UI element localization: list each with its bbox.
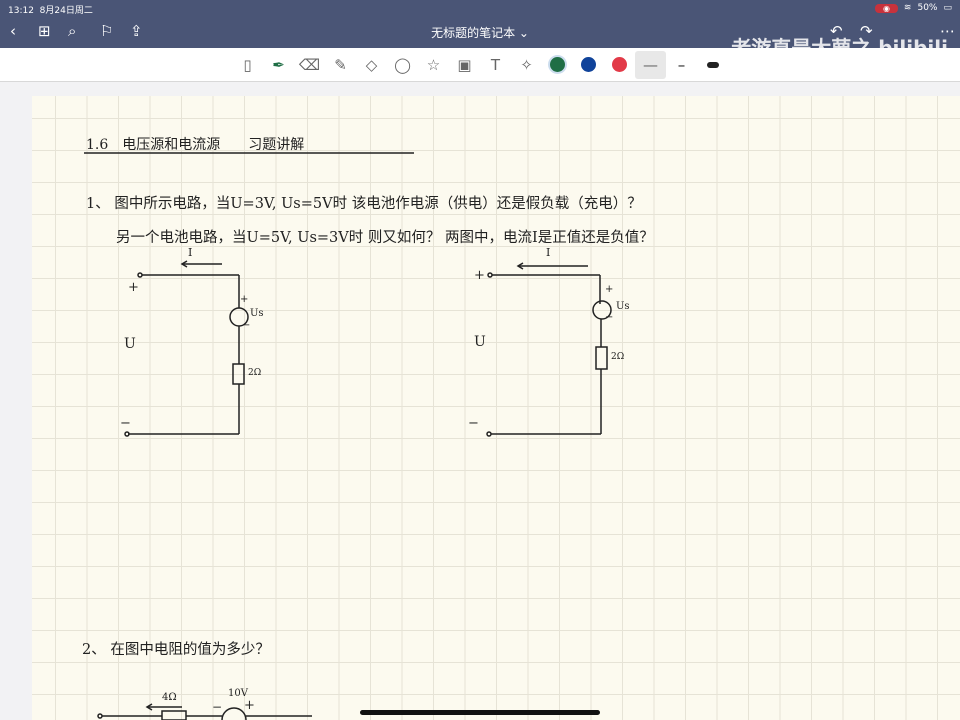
pen-tool-icon[interactable]: ✒ — [263, 51, 294, 79]
c1-us-plus: + — [240, 294, 249, 305]
stroke-thin[interactable]: — — [635, 50, 666, 79]
battery-icon: ▭ — [943, 3, 952, 13]
note-page[interactable]: 1.6 电压源和电流源 习题讲解 1、 图中所示电路，当U=3V, Us=5V时… — [32, 96, 960, 720]
c2-minus: − — [468, 416, 479, 431]
stroke-medium[interactable]: – — [666, 51, 697, 79]
toolbar: ▯ ✒ ⌫ ✎ ◇ ◯ ☆ ▣ T ✧ — – — [0, 48, 960, 82]
c2-voltage-u: U — [474, 334, 486, 350]
image-icon[interactable]: ▣ — [449, 51, 480, 79]
battery-text: 50% — [917, 3, 938, 13]
stroke-thick[interactable] — [697, 51, 728, 79]
c3-resistor-label: 4Ω — [162, 692, 177, 703]
question-1-line-2: 另一个电池电路，当U=5V, Us=3V时 则又如何？ 两图中，电流I是正值还是… — [116, 230, 654, 246]
c2-current-label: I — [546, 246, 551, 259]
c1-us-minus: − — [242, 320, 251, 331]
voltage-source — [221, 707, 247, 720]
circuit-1 — [124, 260, 249, 437]
home-indicator[interactable] — [360, 710, 600, 715]
color-blue[interactable] — [581, 57, 596, 72]
wifi-icon: ≋ — [903, 3, 912, 13]
c1-resistor: 2Ω — [248, 368, 262, 378]
color-green[interactable] — [550, 57, 565, 72]
c2-us-minus: − — [605, 312, 614, 323]
reader-icon[interactable]: ▯ — [232, 51, 263, 79]
status-bar: 13:12 8月24日周二 ◉ ≋ 50% ▭ — [0, 0, 960, 16]
time: 13:12 — [8, 6, 34, 16]
resistor — [161, 710, 187, 720]
c3-minus: − — [212, 700, 223, 714]
c2-us-plus: + — [605, 284, 614, 295]
c1-voltage-u: U — [124, 336, 136, 352]
circuit-2 — [486, 262, 612, 437]
nav-bar: ‹ ⊞ ⌕ ⚐ ⇪ 无标题的笔记本 ⌄ ↶ ↷ ⋯ 老游直是大萝之 bilibi… — [0, 16, 960, 60]
eraser-icon[interactable]: ⌫ — [294, 51, 325, 79]
lasso-icon[interactable]: ◯ — [387, 51, 418, 79]
c1-us: Us — [250, 308, 264, 319]
color-red[interactable] — [612, 57, 627, 72]
circuit-3 — [97, 703, 312, 720]
question-1-line-1: 1、 图中所示电路，当U=3V, Us=5V时 该电池作电源（供电）还是假负载（… — [86, 196, 642, 212]
note-heading: 1.6 电压源和电流源 习题讲解 — [86, 137, 305, 153]
c1-current-label: I — [188, 246, 193, 259]
c2-us: Us — [616, 301, 630, 312]
recording-icon: ◉ — [874, 3, 898, 13]
sticker-icon[interactable]: ☆ — [418, 51, 449, 79]
question-2: 2、 在图中电阻的值为多少？ — [82, 642, 270, 658]
date: 8月24日周二 — [39, 6, 93, 16]
resistor — [232, 363, 245, 385]
laser-pointer-icon[interactable]: ✧ — [511, 51, 542, 79]
shapes-icon[interactable]: ◇ — [356, 51, 387, 79]
c2-plus: + — [474, 268, 485, 283]
c2-resistor: 2Ω — [611, 352, 625, 362]
handwriting-strokes — [84, 152, 612, 720]
c3-plus: + — [244, 698, 255, 713]
resistor — [595, 346, 608, 370]
c1-minus: − — [120, 416, 131, 431]
highlighter-icon[interactable]: ✎ — [325, 51, 356, 79]
text-tool-icon[interactable]: T — [480, 51, 511, 79]
c1-plus: + — [128, 280, 139, 295]
